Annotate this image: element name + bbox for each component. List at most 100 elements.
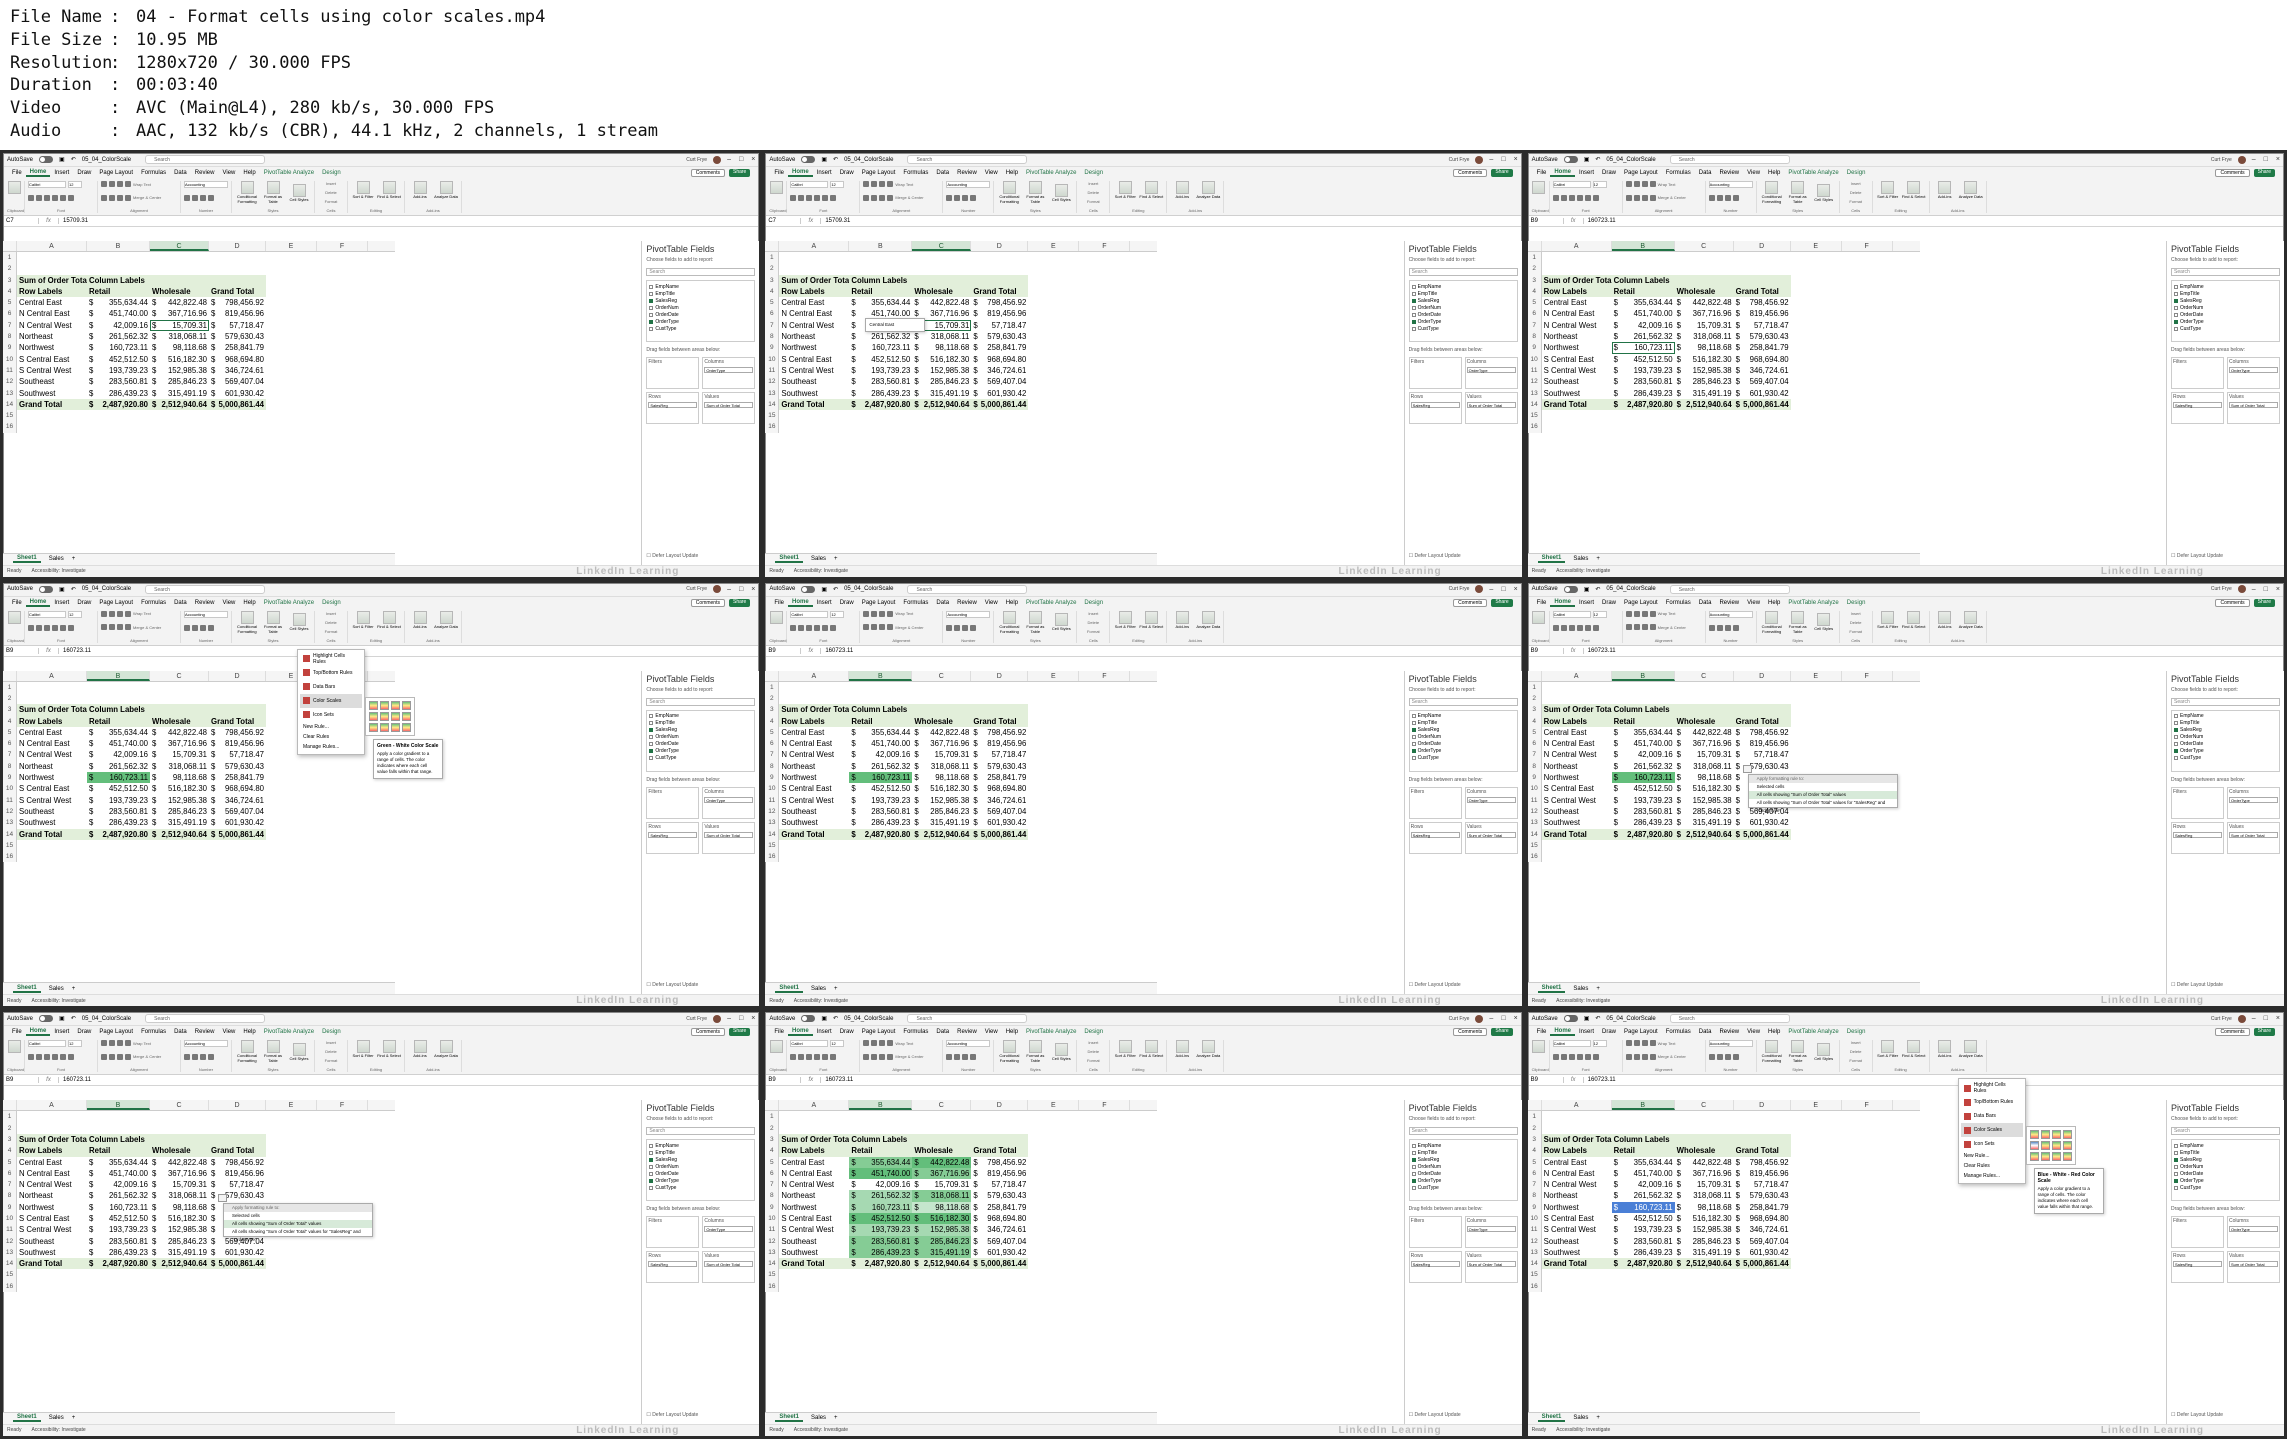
- select-all-corner[interactable]: [3, 241, 17, 251]
- save-icon[interactable]: ▣: [59, 1015, 65, 1022]
- field-checkbox[interactable]: [649, 756, 654, 761]
- avatar[interactable]: [1475, 585, 1484, 594]
- region-label[interactable]: Southeast: [1542, 806, 1612, 817]
- font-size-box[interactable]: 12: [68, 610, 82, 618]
- retail-cell[interactable]: $160,723.11: [1611, 1201, 1675, 1213]
- tab-pivottable-analyze[interactable]: PivotTable Analyze: [1784, 1029, 1842, 1035]
- pivot-header-cell[interactable]: Grand Total: [971, 715, 1029, 727]
- italic-icon[interactable]: [36, 195, 42, 201]
- region-label[interactable]: Northeast: [17, 761, 87, 772]
- addins-button[interactable]: Add-ins: [1933, 610, 1957, 629]
- cells-insert-button[interactable]: Insert: [1843, 611, 1869, 616]
- tab-pivottable-analyze[interactable]: PivotTable Analyze: [260, 600, 318, 606]
- increase-decimal-icon[interactable]: [208, 1054, 214, 1061]
- field-item[interactable]: EmpName: [1411, 713, 1515, 720]
- field-search-input[interactable]: Search: [2170, 697, 2280, 706]
- wholesale-cell[interactable]: $315,491.19: [1675, 388, 1734, 399]
- column-header-d[interactable]: D: [209, 241, 266, 251]
- retail-cell[interactable]: $283,560.81: [849, 376, 912, 387]
- grand-wholesale-cell[interactable]: $2,512,940.64: [1674, 398, 1734, 411]
- grand-total-label[interactable]: Grand Total: [17, 1258, 87, 1270]
- increase-decimal-icon[interactable]: [1732, 1054, 1739, 1061]
- autosave-toggle[interactable]: [1563, 156, 1578, 163]
- italic-icon[interactable]: [1560, 195, 1567, 201]
- grand-total-cell[interactable]: $601,930.42: [971, 1247, 1028, 1258]
- font-name-box[interactable]: Calibri: [790, 610, 829, 618]
- area-field-pill[interactable]: OrderType: [1466, 1226, 1516, 1233]
- grand-total-cell[interactable]: $579,630.43: [1734, 1190, 1791, 1201]
- field-checkbox[interactable]: [649, 721, 654, 726]
- grand-total-cell[interactable]: $346,724.61: [971, 365, 1028, 376]
- close-icon[interactable]: ×: [2276, 586, 2280, 593]
- find-select-button[interactable]: Find & Select: [1139, 1040, 1163, 1058]
- field-checkbox[interactable]: [1411, 312, 1416, 317]
- field-checkbox[interactable]: [649, 305, 654, 310]
- field-item[interactable]: EmpName: [1411, 283, 1515, 290]
- pivot-header-cell[interactable]: Grand Total: [209, 715, 266, 727]
- grand-total-label[interactable]: Grand Total: [1541, 828, 1612, 840]
- wholesale-cell[interactable]: $98,118.68: [150, 342, 209, 353]
- region-label[interactable]: Northeast: [1542, 331, 1612, 342]
- wholesale-cell[interactable]: $516,182.30: [1675, 354, 1734, 365]
- grand-total-cell[interactable]: $968,694.80: [971, 783, 1028, 794]
- sort-filter-button[interactable]: Sort & Filter: [351, 1040, 375, 1058]
- field-checkbox[interactable]: [2173, 742, 2178, 747]
- tab-view[interactable]: View: [981, 170, 1002, 176]
- grand-total-cell[interactable]: $57,718.47: [971, 749, 1028, 760]
- area-field-pill[interactable]: OrderType: [2228, 1226, 2278, 1233]
- avatar[interactable]: [2237, 585, 2246, 594]
- search-input[interactable]: Search: [145, 584, 266, 594]
- sheet-tab-sheet1[interactable]: Sheet1: [1537, 555, 1566, 564]
- font-name-box[interactable]: Calibri: [28, 610, 66, 618]
- percent-icon[interactable]: [192, 624, 198, 631]
- tab-page-layout[interactable]: Page Layout: [858, 1029, 900, 1035]
- field-item[interactable]: OrderNum: [2173, 304, 2277, 311]
- font-color-icon[interactable]: [68, 1054, 74, 1061]
- wholesale-cell[interactable]: $367,716.96: [150, 308, 209, 319]
- orientation-icon[interactable]: [1649, 181, 1656, 187]
- cells-insert-button[interactable]: Insert: [1843, 181, 1869, 186]
- font-size-box[interactable]: 12: [830, 181, 845, 188]
- grand-retail-cell[interactable]: $2,487,920.80: [87, 1258, 150, 1270]
- currency-icon[interactable]: [946, 1054, 953, 1061]
- retail-cell[interactable]: $261,562.32: [849, 1190, 913, 1202]
- font-color-icon[interactable]: [830, 624, 837, 631]
- tab-help[interactable]: Help: [239, 600, 259, 606]
- merge-center-button[interactable]: Merge & Center: [895, 195, 923, 200]
- wholesale-cell[interactable]: $15,709.31: [1675, 749, 1734, 760]
- area-field-pill[interactable]: Sum of Order Total: [1466, 831, 1516, 838]
- avatar[interactable]: [713, 585, 722, 594]
- font-name-box[interactable]: Calibri: [790, 181, 829, 188]
- fill-color-icon[interactable]: [1584, 624, 1591, 631]
- grand-total-cell[interactable]: $258,841.79: [971, 342, 1028, 353]
- font-size-box[interactable]: 12: [68, 1040, 82, 1048]
- column-header-c[interactable]: C: [150, 670, 209, 681]
- tab-help[interactable]: Help: [1002, 600, 1022, 606]
- name-box[interactable]: B9: [1528, 647, 1564, 654]
- tab-data[interactable]: Data: [170, 1029, 191, 1035]
- close-icon[interactable]: ×: [751, 586, 755, 593]
- region-label[interactable]: Southeast: [779, 806, 849, 817]
- align-center-icon[interactable]: [109, 624, 115, 631]
- pivot-header-cell[interactable]: Retail: [1611, 1145, 1675, 1157]
- retail-cell[interactable]: $286,439.23: [87, 388, 150, 399]
- field-checkbox[interactable]: [2173, 735, 2178, 740]
- align-top-icon[interactable]: [1625, 181, 1632, 187]
- column-header-d[interactable]: D: [971, 241, 1029, 251]
- cells-delete-button[interactable]: Delete: [318, 620, 344, 625]
- find-select-button[interactable]: Find & Select: [1139, 181, 1163, 199]
- field-checkbox[interactable]: [1411, 721, 1416, 726]
- wholesale-cell[interactable]: $367,716.96: [912, 1167, 972, 1180]
- select-all-corner[interactable]: [765, 241, 780, 251]
- column-header-e[interactable]: E: [1791, 670, 1842, 681]
- retail-cell[interactable]: $355,634.44: [87, 297, 150, 308]
- tab-formulas[interactable]: Formulas: [1662, 600, 1695, 606]
- pivot-header-cell[interactable]: Grand Total: [1733, 715, 1791, 727]
- wholesale-cell[interactable]: $367,716.96: [1675, 738, 1734, 749]
- tab-draw[interactable]: Draw: [1598, 600, 1620, 606]
- undo-icon[interactable]: ↶: [833, 586, 838, 593]
- column-labels-cell[interactable]: Column Labels: [1611, 704, 1734, 716]
- color-scale-swatch[interactable]: [2062, 1152, 2072, 1162]
- cells-delete-button[interactable]: Delete: [1080, 190, 1106, 195]
- addins-button[interactable]: Add-ins: [1170, 181, 1194, 199]
